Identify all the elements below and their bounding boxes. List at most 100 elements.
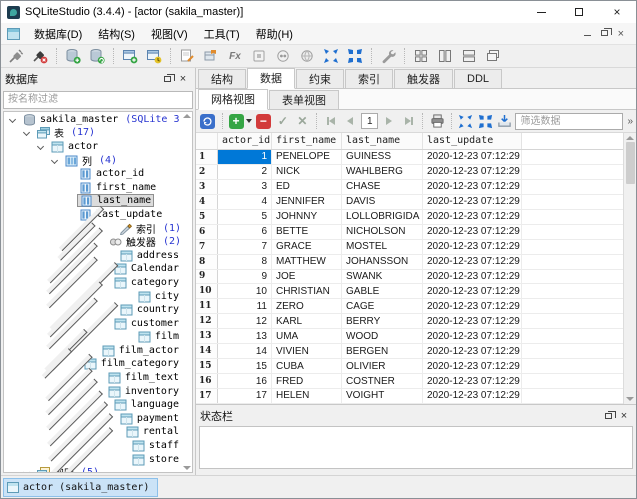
mdi-child-table-icon[interactable] [7,28,20,40]
panel-close-button[interactable]: × [616,408,632,424]
row-number[interactable]: 15 [196,359,218,373]
grid-cell[interactable]: 2020-12-23 07:12:29 [423,180,522,194]
scroll-up-icon[interactable] [626,136,634,140]
grid-cell[interactable]: 4 [218,195,272,209]
grid-cell[interactable]: CHASE [342,180,423,194]
refresh-icon[interactable] [199,112,217,131]
row-number[interactable]: 11 [196,299,218,313]
fit-windows-icon[interactable] [320,46,342,66]
grid-cell[interactable]: MOSTEL [342,240,423,254]
first-page-button[interactable] [322,112,340,131]
grid-cell[interactable]: 14 [218,344,272,358]
grid-cell[interactable]: 2020-12-23 07:12:29 [423,270,522,284]
grid-cell[interactable]: 2020-12-23 07:12:29 [423,299,522,313]
next-page-button[interactable] [380,112,398,131]
expand-columns-icon[interactable] [476,112,494,131]
grid-cell[interactable]: 7 [218,240,272,254]
grid-cell[interactable]: 5 [218,210,272,224]
row-number[interactable]: 13 [196,329,218,343]
grid-cell[interactable]: PENELOPE [272,150,342,164]
tree-item-actor_id[interactable]: actor_id [4,167,181,181]
collapse-icon[interactable] [51,157,58,164]
row-number[interactable]: 6 [196,225,218,239]
close-button[interactable]: × [598,1,636,23]
scroll-down-icon[interactable] [626,397,634,401]
sql-editor-icon[interactable] [176,46,198,66]
tab-索引[interactable]: 索引 [345,69,393,88]
row-number[interactable]: 1 [196,150,218,164]
column-header-last_name[interactable]: last_name [342,133,423,149]
tree-item-actor[interactable]: actor [4,140,181,154]
menu-database[interactable]: 数据库(D) [26,23,90,45]
new-sql-editor-icon[interactable] [119,46,141,66]
grid-cell[interactable]: 10 [218,284,272,298]
panel-float-button[interactable] [600,408,616,424]
commit-to-db-icon[interactable] [496,112,514,131]
grid-cell[interactable]: CUBA [272,359,342,373]
grid-cell[interactable]: 2020-12-23 07:12:29 [423,225,522,239]
extensions-icon[interactable] [248,46,270,66]
disconnect-icon[interactable] [29,46,51,66]
grid-cell[interactable]: JOHANSSON [342,255,423,269]
grid-cell[interactable]: GABLE [342,284,423,298]
grid-cell[interactable]: ZERO [272,299,342,313]
grid-cell[interactable]: COSTNER [342,374,423,388]
mdi-minimize-button[interactable] [584,29,591,39]
grid-cell[interactable]: UMA [272,329,342,343]
grid-cell[interactable]: MATTHEW [272,255,342,269]
column-header-actor_id[interactable]: actor_id [218,133,272,149]
grid-cell[interactable]: VIVIEN [272,344,342,358]
connect-icon[interactable] [5,46,27,66]
grid-cell[interactable]: KARL [272,314,342,328]
expand-windows-icon[interactable] [344,46,366,66]
tab-结构[interactable]: 结构 [198,69,246,88]
menu-view[interactable]: 视图(V) [143,23,196,45]
grid-cell[interactable]: JENNIFER [272,195,342,209]
grid-cell[interactable]: BETTE [272,225,342,239]
grid-cell[interactable]: 2020-12-23 07:12:29 [423,195,522,209]
grid-cell[interactable]: 2020-12-23 07:12:29 [423,150,522,164]
last-page-button[interactable] [400,112,418,131]
tab-DDL[interactable]: DDL [454,69,502,88]
grid-cell[interactable]: 8 [218,255,272,269]
grid-cell[interactable]: NICHOLSON [342,225,423,239]
plugins-icon[interactable] [296,46,318,66]
grid-cell[interactable]: DAVIS [342,195,423,209]
grid-cell[interactable]: CAGE [342,299,423,313]
grid-cell[interactable]: 2020-12-23 07:12:29 [423,344,522,358]
tree-scrollbar[interactable] [181,112,192,473]
convert-database-icon[interactable] [86,46,108,66]
collapse-icon[interactable] [37,143,44,150]
row-number[interactable]: 5 [196,210,218,224]
menu-tools[interactable]: 工具(T) [196,23,248,45]
grid-cell[interactable]: JOHNNY [272,210,342,224]
tree-item-film_actor[interactable]: film_actor [4,344,181,358]
collapse-icon[interactable] [23,469,30,472]
tree-item-视图[interactable]: 视图(5) [4,466,181,472]
grid-cell[interactable]: 13 [218,329,272,343]
grid-cell[interactable]: GUINESS [342,150,423,164]
row-number[interactable]: 8 [196,255,218,269]
tab-触发器[interactable]: 触发器 [394,69,453,88]
export-icon[interactable] [200,46,222,66]
row-number[interactable]: 17 [196,389,218,403]
tree-item-film[interactable]: film [4,330,181,344]
grid-cell[interactable]: 12 [218,314,272,328]
scroll-up-icon[interactable] [183,114,191,118]
grid-cell[interactable]: FRED [272,374,342,388]
tree-item-first_name[interactable]: first_name [4,180,181,194]
grid-cell[interactable]: VOIGHT [342,389,423,403]
grid-cell[interactable]: 9 [218,270,272,284]
column-header-first_name[interactable]: first_name [272,133,342,149]
open-ddl-history-icon[interactable] [143,46,165,66]
grid-cell[interactable]: NICK [272,165,342,179]
mdi-restore-button[interactable] [601,29,608,39]
row-number[interactable]: 9 [196,270,218,284]
view-tab-网格视图[interactable]: 网格视图 [198,89,268,110]
fit-columns-icon[interactable] [457,112,475,131]
tile-vertically-icon[interactable] [434,46,456,66]
grid-cell[interactable]: LOLLOBRIGIDA [342,210,423,224]
grid-cell[interactable]: CHRISTIAN [272,284,342,298]
grid-cell[interactable]: 2 [218,165,272,179]
delete-row-button[interactable]: − [255,112,273,131]
